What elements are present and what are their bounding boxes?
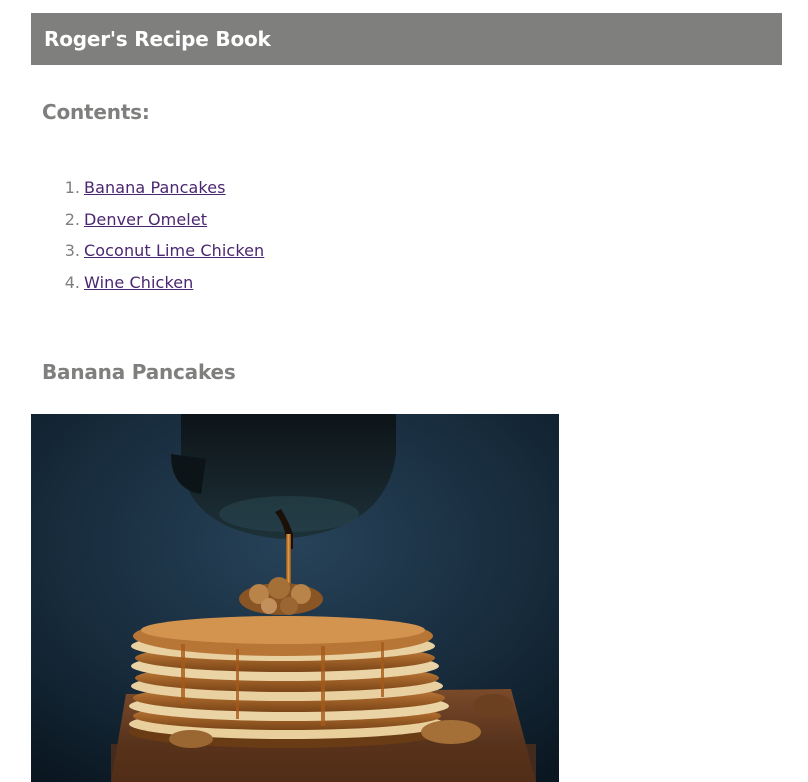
recipe-heading: Banana Pancakes — [42, 360, 236, 384]
contents-item: 3. Coconut Lime Chicken — [62, 241, 264, 273]
contents-item: 4. Wine Chicken — [62, 273, 264, 305]
contents-item-number: 1. — [64, 178, 80, 197]
contents-link-banana-pancakes[interactable]: Banana Pancakes — [84, 178, 226, 197]
contents-link-coconut-lime-chicken[interactable]: Coconut Lime Chicken — [84, 241, 264, 260]
page-header: Roger's Recipe Book — [31, 13, 782, 65]
contents-list: 1. Banana Pancakes 2. Denver Omelet 3. C… — [62, 178, 264, 305]
contents-link-denver-omelet[interactable]: Denver Omelet — [84, 210, 207, 229]
contents-item-number: 2. — [64, 209, 80, 229]
contents-item-number: 3. — [64, 241, 80, 261]
contents-item-number: 4. — [64, 273, 80, 293]
site-title: Roger's Recipe Book — [44, 27, 271, 51]
contents-item: 2. Denver Omelet — [62, 210, 264, 242]
pancakes-photo — [31, 414, 559, 782]
contents-link-wine-chicken[interactable]: Wine Chicken — [84, 273, 193, 292]
contents-heading: Contents: — [42, 100, 150, 124]
contents-item: 1. Banana Pancakes — [62, 178, 264, 210]
